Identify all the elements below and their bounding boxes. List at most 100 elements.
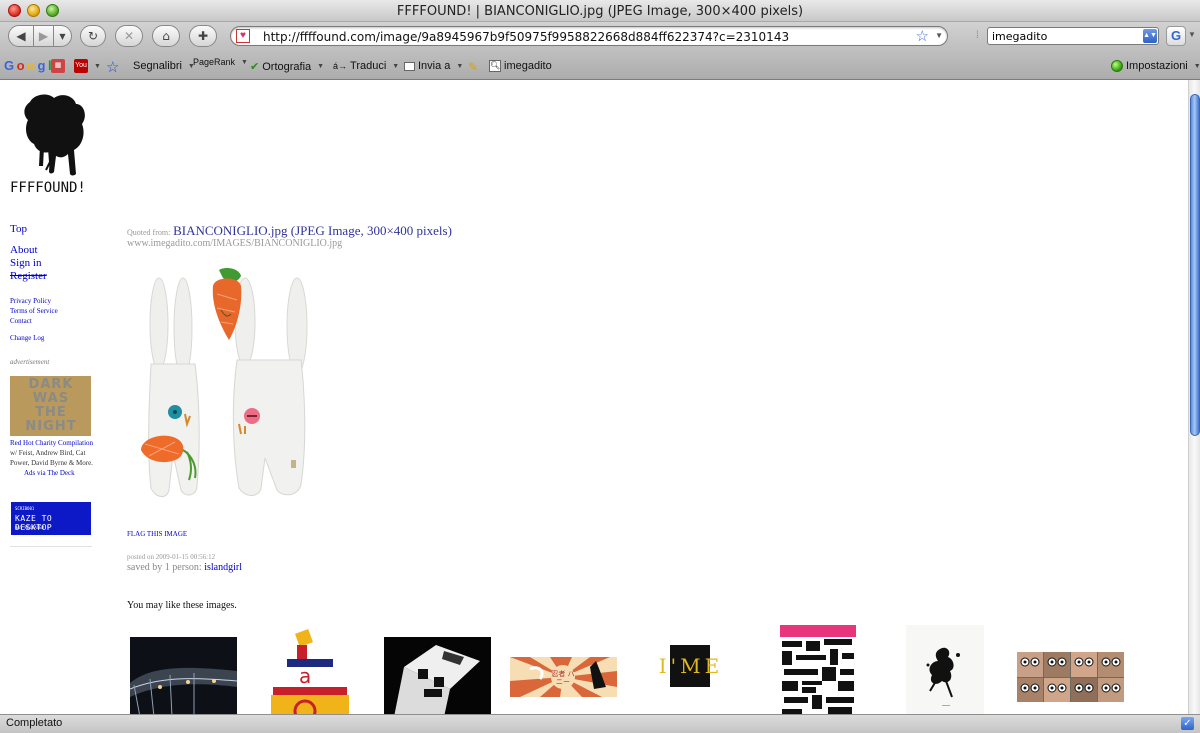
related-thumb-1[interactable] [130,637,237,714]
ime-text: I'ME [658,654,724,678]
change-log-link[interactable]: Change Log [10,333,58,343]
banner-line-1: SCRIBO01 [15,506,35,511]
flag-image-link[interactable]: FLAG THIS IMAGE [127,530,187,538]
news-icon[interactable]: ▦ [51,59,65,73]
page-viewport: FFFFOUND! Top About Sign in Register Pri… [0,80,1188,714]
search-history-icon: 🔍︎ [489,60,501,72]
home-button[interactable]: ⌂ [152,25,180,47]
title-bar: FFFFOUND! | BIANCONIGLIO.jpg (JPEG Image… [0,0,1200,22]
sidebar-footer-links: Privacy Policy Terms of Service Contact … [10,296,58,343]
related-thumb-3[interactable] [384,637,491,714]
sidebar-nav: Top About Sign in Register [10,223,47,283]
ad-image-line-1: DARK [28,377,74,392]
send-to-label: Invia a [418,60,451,72]
star-icon[interactable]: ☆ [106,58,119,76]
site-favicon-icon: ♥ [236,29,250,43]
related-thumb-4[interactable]: 忍者 バニー [510,657,617,697]
quoted-url: www.imegadito.com/IMAGES/BIANCONIGLIO.jp… [127,238,343,249]
chevron-down-icon: ▼ [241,58,248,66]
advertisement-image[interactable]: DARK WAS THE NIGHT [10,376,91,436]
pagerank-menu[interactable]: PageRank ▼ [193,57,248,67]
chevron-down-icon: ▼ [456,62,464,70]
translate-label: Traduci [350,60,387,72]
ffffound-logo[interactable]: FFFFOUND! [10,88,102,196]
highlight-icon[interactable]: ✎ [468,60,478,74]
send-to-menu[interactable]: Invia a ▼ [404,60,463,72]
ad-body-text: w/ Feist, Andrew Bird, Cat Power, David … [10,449,93,467]
search-box[interactable]: imegadito ▲▼ [987,27,1159,45]
chevron-down-icon[interactable]: ▼ [1188,30,1196,39]
search-engine-dropdown-icon[interactable]: ▲▼ [1143,29,1157,43]
logo-text: FFFFOUND! [10,180,86,196]
chevron-down-icon: ▼ [317,63,325,70]
google-toolbar: Google ▦ You▼ ☆ Segnalibri▼ PageRank▼ ✔O… [0,54,1200,80]
ads-via-deck-link[interactable]: Ads via The Deck [10,468,96,478]
bookmark-add-icon: ✚ [197,29,209,43]
nav-signin-link[interactable]: Sign in [10,257,47,270]
contact-link[interactable]: Contact [10,316,58,326]
nav-top-link[interactable]: Top [10,223,47,236]
settings-label: Impostazioni [1126,60,1188,72]
related-thumb-8[interactable] [1017,652,1124,702]
pagerank-label: PageRank [193,57,236,67]
stop-icon: ✕ [123,29,135,43]
advertisement-label: advertisement [10,358,50,366]
stop-button[interactable]: ✕ [115,25,143,47]
nav-about-link[interactable]: About [10,244,47,257]
url-input[interactable]: http://ffffound.com/image/9a8945967b9f50… [263,30,789,44]
kaze-banner[interactable]: SCRIBO01 KAZE TO DESKTOP HAS RELEASED ! [11,502,91,535]
translate-menu[interactable]: á→ Traduci ▼ [333,60,399,72]
checkmark-icon[interactable]: ✓ [1181,717,1194,730]
quoted-title-link[interactable]: BIANCONIGLIO.jpg (JPEG Image, 300×400 pi… [173,223,452,238]
bookmarks-menu[interactable]: Segnalibri ▼ [133,60,195,72]
related-thumb-5[interactable]: I'ME [651,644,731,688]
url-bar[interactable]: ♥ http://ffffound.com/image/9a8945967b9f… [230,26,948,46]
privacy-policy-link[interactable]: Privacy Policy [10,296,58,306]
chevron-down-icon: ▼ [1193,62,1200,70]
resize-grip-icon[interactable]: ⁞ [976,30,982,42]
sidebar-divider [10,546,92,547]
vertical-scrollbar[interactable] [1188,80,1200,714]
ad-link[interactable]: Red Hot Charity Compilation [10,439,93,447]
history-dropdown-button[interactable]: ▼ [54,25,72,47]
ad-image-line-3: THE [35,405,67,420]
search-history-button[interactable]: 🔍︎ imegadito [489,60,552,72]
chevron-down-icon: ▼ [59,31,66,41]
bunny-plush-image[interactable] [135,264,315,504]
related-thumb-6[interactable] [778,625,858,714]
banner-line-3: HAS RELEASED ! [15,525,49,530]
status-bar: Completato ✓ [0,714,1200,733]
terms-of-service-link[interactable]: Terms of Service [10,306,58,316]
add-bookmark-button[interactable]: ✚ [189,25,217,47]
translate-icon: á→ [333,61,348,71]
bookmark-star-icon[interactable]: ☆ [916,27,929,45]
svg-text:a: a [299,664,311,688]
url-history-dropdown-icon[interactable]: ▼ [935,31,943,40]
related-thumb-2[interactable]: a [269,625,351,714]
black-sheep-logo-icon [24,94,85,176]
forward-arrow-icon: ▶ [38,29,49,43]
settings-button[interactable]: Impostazioni ▼ [1111,60,1200,72]
saved-by-user-link[interactable]: islandgirl [204,562,242,573]
status-text: Completato [6,717,63,729]
back-arrow-icon: ◀ [16,29,26,43]
back-button[interactable]: ◀ [8,25,34,47]
nav-register-link[interactable]: Register [10,270,47,283]
google-search-icon[interactable]: G [1166,26,1186,46]
spellcheck-label: Ortografia [262,60,312,73]
ninja-bunny-caption: 忍者 バニー [551,670,575,686]
search-history-label: imegadito [504,60,552,72]
spellcheck-menu[interactable]: ✔ Ortografia ▼ [250,60,325,74]
saved-by: saved by 1 person: islandgirl [127,562,242,573]
related-thumb-7[interactable] [906,625,984,714]
quoted-from: Quoted from: BIANCONIGLIO.jpg (JPEG Imag… [127,223,452,239]
youtube-icon[interactable]: You ▼ [74,59,101,73]
spellcheck-icon: ✔ [250,61,260,73]
scrollbar-thumb[interactable] [1190,94,1200,436]
reload-icon: ↻ [87,29,99,43]
reload-button[interactable]: ↻ [80,25,106,47]
forward-button[interactable]: ▶ [34,25,54,47]
bookmarks-label: Segnalibri [133,60,182,72]
window-title: FFFFOUND! | BIANCONIGLIO.jpg (JPEG Image… [396,4,804,19]
search-input[interactable]: imegadito [992,30,1047,43]
